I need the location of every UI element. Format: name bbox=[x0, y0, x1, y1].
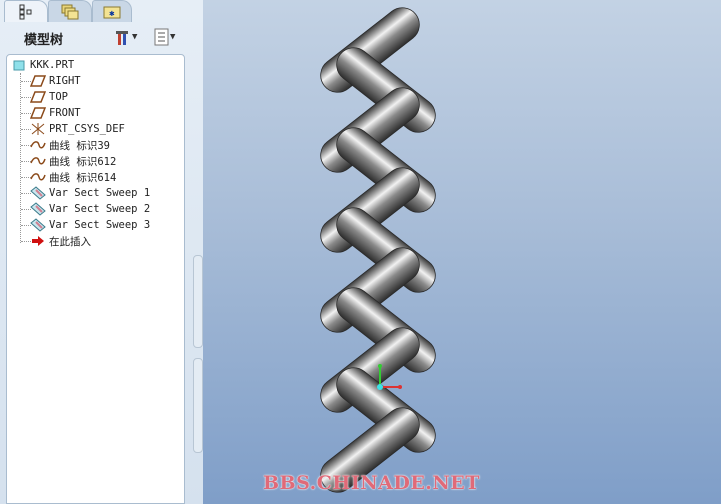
csys-icon bbox=[30, 122, 46, 136]
model-tree-tab[interactable] bbox=[4, 0, 48, 22]
show-button[interactable]: ▼ bbox=[154, 28, 175, 46]
model-tree: KKK.PRT RIGHT TOP FRONT PRT_CSYS_DEF 曲线 标识39… bbox=[6, 54, 185, 504]
star-folder-icon: ✱ bbox=[103, 6, 121, 19]
svg-text:✱: ✱ bbox=[109, 9, 115, 19]
tree-item-label: Var Sect Sweep 3 bbox=[49, 219, 151, 231]
sweep-icon bbox=[30, 202, 46, 216]
tree-item-label: 曲线 标识614 bbox=[49, 171, 117, 184]
tree-item[interactable]: RIGHT bbox=[30, 73, 81, 89]
datum-plane-icon bbox=[30, 90, 46, 104]
list-icon bbox=[154, 28, 169, 46]
tools-icon bbox=[116, 31, 128, 45]
panel-sash-handle[interactable] bbox=[193, 358, 203, 453]
favorites-tab[interactable]: ✱ bbox=[92, 0, 132, 22]
chevron-down-icon: ▼ bbox=[170, 32, 176, 42]
tree-connector bbox=[20, 73, 21, 243]
tree-icon bbox=[19, 4, 32, 19]
folder-browser-tab[interactable] bbox=[48, 0, 92, 22]
tree-item-label: RIGHT bbox=[49, 75, 81, 87]
tree-item-label: PRT_CSYS_DEF bbox=[49, 123, 125, 135]
tree-item[interactable]: FRONT bbox=[30, 105, 81, 121]
tree-item[interactable]: Var Sect Sweep 2 bbox=[30, 201, 150, 217]
tree-item-label: Var Sect Sweep 1 bbox=[49, 187, 151, 199]
curve-icon bbox=[30, 154, 46, 168]
navigator-tabs: ✱ bbox=[0, 0, 203, 22]
tree-item[interactable]: 曲线 标识39 bbox=[30, 137, 110, 153]
panel-sash-handle[interactable] bbox=[193, 255, 203, 348]
tree-item[interactable]: 在此插入 bbox=[30, 233, 91, 249]
sweep-icon bbox=[30, 186, 46, 200]
part-icon bbox=[11, 58, 27, 72]
graphics-viewport[interactable]: BBS.CHINADE.NET bbox=[203, 0, 721, 504]
tree-item[interactable]: TOP bbox=[30, 89, 68, 105]
csys-triad-icon bbox=[377, 364, 402, 390]
tree-item-label: 在此插入 bbox=[49, 235, 91, 248]
tree-item[interactable]: 曲线 标识614 bbox=[30, 169, 116, 185]
datum-plane-icon bbox=[30, 106, 46, 120]
watermark: BBS.CHINADE.NET bbox=[263, 472, 480, 494]
tree-item[interactable]: PRT_CSYS_DEF bbox=[30, 121, 125, 137]
tree-item-label: 曲线 标识612 bbox=[49, 155, 117, 168]
tree-item[interactable]: 曲线 标识612 bbox=[30, 153, 116, 169]
tree-root[interactable]: KKK.PRT bbox=[11, 57, 74, 73]
settings-button[interactable]: ▼ bbox=[114, 28, 137, 46]
braid-model bbox=[320, 7, 436, 493]
insert-arrow-icon bbox=[30, 234, 46, 248]
tree-item-label: Var Sect Sweep 2 bbox=[49, 203, 151, 215]
curve-icon bbox=[30, 138, 46, 152]
navigator-panel: ✱ 模型树 ▼ ▼ KKK.PRT RIGHT TOP FRONT PRT_CSYS_… bbox=[0, 0, 203, 504]
datum-plane-icon bbox=[30, 74, 46, 88]
tree-item-label: FRONT bbox=[49, 107, 81, 119]
tree-root-label: KKK.PRT bbox=[30, 59, 75, 71]
sweep-icon bbox=[30, 218, 46, 232]
panel-title: 模型树 bbox=[24, 32, 64, 48]
folders-icon bbox=[61, 4, 79, 19]
curve-icon bbox=[30, 170, 46, 184]
tree-item[interactable]: Var Sect Sweep 3 bbox=[30, 217, 150, 233]
tree-item-label: TOP bbox=[49, 91, 68, 103]
tree-item[interactable]: Var Sect Sweep 1 bbox=[30, 185, 150, 201]
model-tree-header: 模型树 ▼ ▼ bbox=[4, 24, 194, 52]
tree-item-label: 曲线 标识39 bbox=[49, 139, 110, 152]
chevron-down-icon: ▼ bbox=[132, 32, 138, 42]
